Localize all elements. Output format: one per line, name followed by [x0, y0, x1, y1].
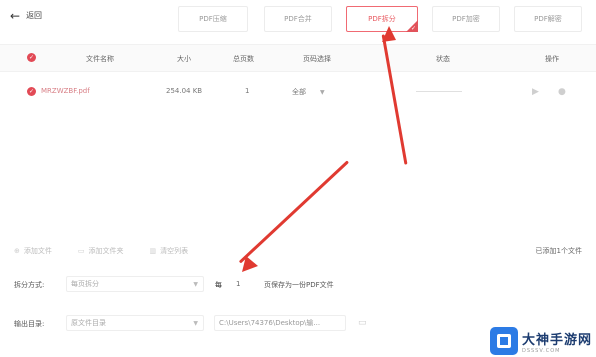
page-select-value: 全部: [292, 88, 306, 96]
cube-logo-icon: [489, 327, 518, 355]
table-row: ✓ MRZWZBF.pdf 254.04 KB 1 全部 ▼ ▶ ●: [0, 80, 596, 104]
tab-label: PDF压缩: [199, 15, 227, 23]
header-size: 大小: [177, 55, 191, 63]
tab-label: PDF解密: [534, 15, 562, 23]
tab-label: PDF拆分: [368, 15, 396, 23]
add-file-button[interactable]: ⊕ 添加文件: [14, 246, 52, 256]
split-mode-select[interactable]: 每页拆分 ▼: [66, 276, 204, 292]
row-filename: MRZWZBF.pdf: [41, 87, 90, 95]
page-select-dropdown[interactable]: 全部 ▼: [292, 87, 325, 97]
chevron-down-icon: ▼: [320, 89, 325, 96]
trash-icon: ▥: [149, 247, 157, 255]
split-mode-label: 拆分方式:: [14, 281, 45, 289]
tab-label: PDF合并: [284, 15, 312, 23]
tab-pdf-compress[interactable]: PDF压缩: [178, 6, 248, 32]
add-folder-button[interactable]: ▭ 添加文件夹: [78, 246, 124, 256]
select-all-checkbox[interactable]: ✓: [27, 53, 36, 62]
header-status: 状态: [436, 55, 450, 63]
file-toolbar: ⊕ 添加文件 ▭ 添加文件夹 ▥ 清空列表: [14, 246, 188, 256]
split-pages-input[interactable]: 1: [236, 280, 240, 288]
back-label: 返回: [26, 11, 43, 20]
add-folder-label: 添加文件夹: [88, 247, 124, 255]
add-file-label: 添加文件: [23, 247, 52, 255]
row-size: 254.04 KB: [166, 87, 203, 95]
row-checkbox[interactable]: ✓: [27, 87, 36, 96]
folder-icon: ▭: [77, 247, 85, 255]
add-file-icon: ⊕: [14, 247, 20, 255]
annotation-arrowhead-icon: [382, 26, 396, 42]
checkmark-icon: ✓: [410, 25, 416, 32]
file-count: 已添加1个文件: [535, 247, 582, 255]
header-filename: 文件名称: [86, 55, 114, 63]
delete-icon[interactable]: ●: [558, 87, 566, 97]
folder-browse-icon[interactable]: ▭: [358, 318, 367, 328]
clear-list-button[interactable]: ▥ 清空列表: [150, 246, 189, 256]
table-header: ✓ 文件名称 大小 总页数 页码选择 状态 操作: [0, 44, 596, 72]
header-total-pages: 总页数: [233, 55, 254, 63]
back-arrow-icon: ←: [10, 8, 21, 23]
header-page-select: 页码选择: [303, 55, 331, 63]
watermark-subtitle: DSSSV.COM: [521, 347, 561, 354]
annotation-arrow-line: [238, 160, 350, 264]
output-path-field[interactable]: C:\Users\74376\Desktop\输...: [214, 315, 346, 331]
split-option-label: 每: [215, 281, 222, 289]
row-pages: 1: [245, 87, 250, 95]
split-save-as-text: 页保存为一份PDF文件: [264, 281, 334, 289]
output-dir-label: 输出目录:: [14, 320, 45, 328]
output-dir-value: 原文件目录: [71, 319, 106, 327]
back-button[interactable]: ← 返回: [10, 8, 43, 23]
output-dir-select[interactable]: 原文件目录 ▼: [66, 315, 204, 331]
tab-pdf-encrypt[interactable]: PDF加密: [432, 6, 500, 32]
chevron-down-icon: ▼: [193, 280, 198, 288]
clear-list-label: 清空列表: [160, 247, 189, 255]
chevron-down-icon: ▼: [193, 319, 198, 327]
watermark-title: 大神手游网: [521, 332, 592, 348]
play-icon[interactable]: ▶: [532, 87, 539, 97]
watermark-logo: 大神手游网 DSSSV.COM: [489, 327, 592, 355]
tab-pdf-merge[interactable]: PDF合并: [264, 6, 332, 32]
header-actions: 操作: [545, 55, 559, 63]
tab-pdf-decrypt[interactable]: PDF解密: [514, 6, 582, 32]
tab-label: PDF加密: [452, 15, 480, 23]
annotation-arrowhead-icon: [242, 256, 258, 272]
split-mode-value: 每页拆分: [71, 280, 99, 288]
status-progress: [416, 91, 462, 92]
